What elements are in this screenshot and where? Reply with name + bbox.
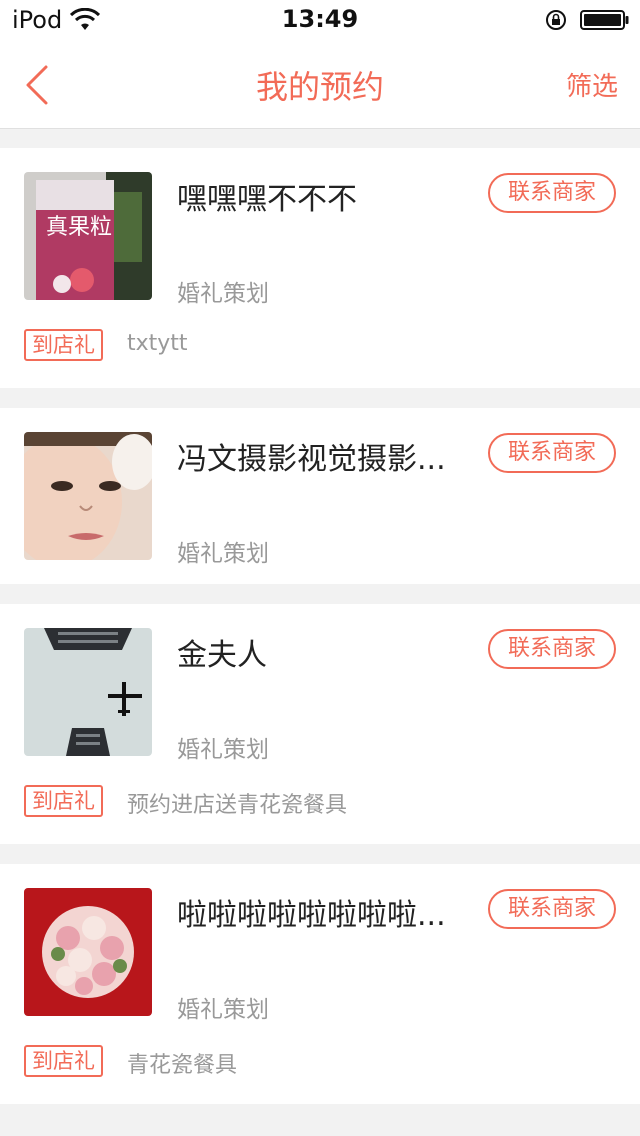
store-gift-badge: 到店礼: [24, 785, 103, 817]
reservation-card[interactable]: 啦啦啦啦啦啦啦啦... 联系商家 婚礼策划 到店礼 青花瓷餐具: [0, 864, 640, 1104]
gift-description: 青花瓷餐具: [127, 1053, 238, 1078]
merchant-name: 冯文摄影视觉摄影...: [177, 442, 446, 477]
status-time: 13:49: [281, 5, 359, 33]
contact-merchant-button[interactable]: 联系商家: [488, 433, 616, 473]
contact-merchant-button[interactable]: 联系商家: [488, 173, 616, 213]
merchant-thumbnail: [24, 628, 152, 756]
page-title: 我的预约: [255, 68, 384, 106]
battery-icon: [580, 10, 629, 30]
reservation-card[interactable]: 冯文摄影视觉摄影... 联系商家 婚礼策划: [0, 408, 640, 584]
merchant-category: 婚礼策划: [177, 541, 269, 567]
filter-button[interactable]: 筛选: [566, 66, 618, 103]
merchant-category: 婚礼策划: [177, 281, 269, 307]
nav-bar: 我的预约 筛选: [0, 40, 640, 129]
merchant-name: 啦啦啦啦啦啦啦啦...: [177, 898, 446, 933]
contact-merchant-button[interactable]: 联系商家: [488, 889, 616, 929]
merchant-name: 嘿嘿嘿不不不: [177, 182, 357, 217]
merchant-thumbnail: [24, 432, 152, 560]
merchant-category: 婚礼策划: [177, 737, 269, 763]
gift-description: 预约进店送青花瓷餐具: [127, 793, 348, 818]
status-bar: iPod 13:49: [0, 0, 640, 40]
merchant-thumbnail: [24, 888, 152, 1016]
store-gift-badge: 到店礼: [24, 1045, 103, 1077]
reservation-card[interactable]: 金夫人 联系商家 婚礼策划 到店礼 预约进店送青花瓷餐具: [0, 604, 640, 844]
store-gift-badge: 到店礼: [24, 329, 103, 361]
rotation-lock-icon: [546, 10, 566, 30]
merchant-thumbnail: 真果粒: [24, 172, 152, 300]
contact-merchant-button[interactable]: 联系商家: [488, 629, 616, 669]
reservation-card[interactable]: 真果粒 嘿嘿嘿不不不 联系商家 婚礼策划 到店礼 txtytt: [0, 148, 640, 388]
svg-text:真果粒: 真果粒: [46, 215, 112, 240]
merchant-category: 婚礼策划: [177, 997, 269, 1023]
gift-description: txtytt: [127, 331, 188, 356]
merchant-name: 金夫人: [177, 638, 267, 673]
